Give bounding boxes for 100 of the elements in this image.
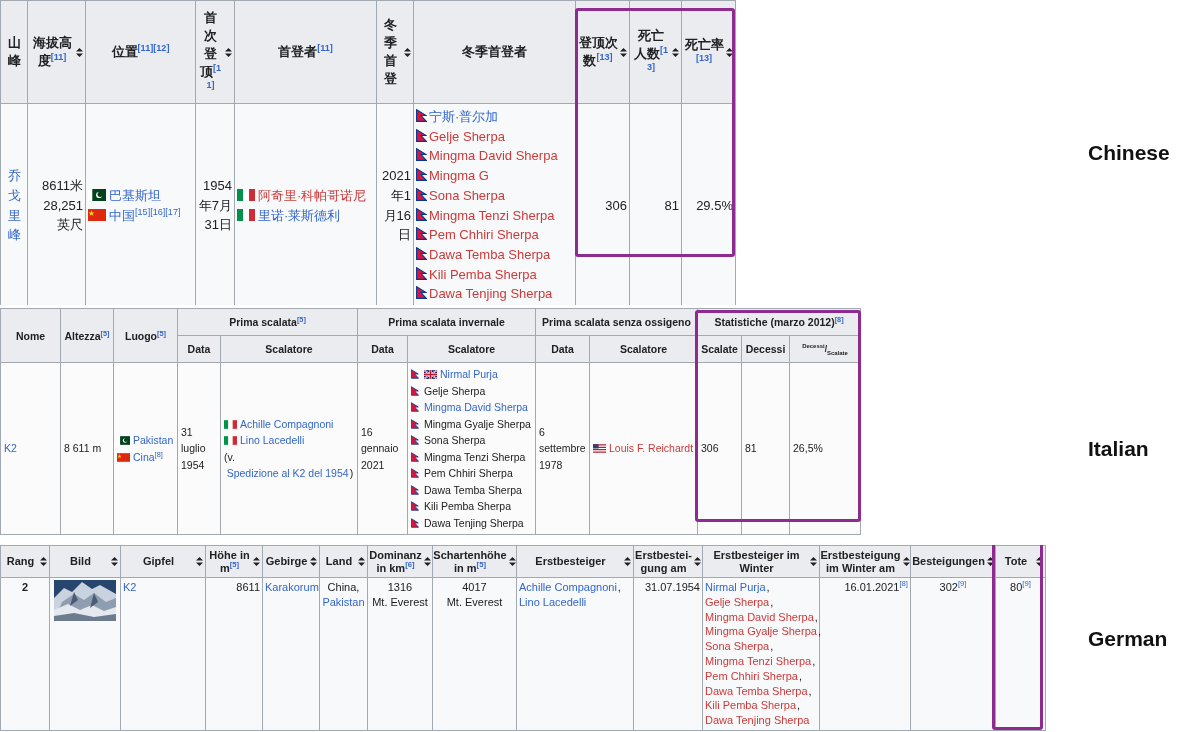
- column-header[interactable]: Land: [319, 545, 368, 578]
- page-link[interactable]: Mingma Tenzi Sherpa: [429, 207, 555, 223]
- column-header[interactable]: Rang: [0, 545, 50, 578]
- column-header[interactable]: Erstbesteigung im Winter am: [819, 545, 911, 578]
- china-flag-icon: [117, 452, 130, 462]
- page-link[interactable]: Pem Chhiri Sherpa: [705, 669, 798, 683]
- sort-icon[interactable]: [1036, 557, 1043, 566]
- page-link[interactable]: 里诺·莱斯德利: [258, 207, 341, 223]
- page-link[interactable]: Mingma Gyalje Sherpa: [705, 625, 817, 639]
- nepal-flag-icon: [411, 501, 419, 511]
- page-link[interactable]: 阿奇里·科帕哥诺尼: [258, 187, 367, 203]
- column-header: Prima scalata$^{[5]}$: [177, 308, 358, 336]
- page-link[interactable]: Dawa Temba Sherpa: [429, 246, 551, 262]
- page-link[interactable]: Pem Chhiri Sherpa: [429, 227, 539, 243]
- cell-text: 81: [745, 442, 757, 455]
- page-link[interactable]: Sona Sherpa: [705, 640, 770, 654]
- pakistan-flag-icon: [88, 188, 106, 201]
- page-link[interactable]: Nirmal Purja: [440, 368, 498, 380]
- nepal-flag-icon: [411, 468, 419, 478]
- column-header[interactable]: 海拔高度$^{[11]}$: [27, 0, 86, 104]
- page-link[interactable]: Mingma G: [429, 168, 489, 184]
- sort-icon[interactable]: [111, 557, 118, 566]
- column-header[interactable]: Erstbesteiger im Winter: [702, 545, 820, 578]
- cell-text: 81: [664, 197, 679, 213]
- cell-text: 302$^{[9]}$: [939, 581, 967, 594]
- column-header[interactable]: Schartenhöhe in m$^{[5]}$: [432, 545, 517, 578]
- column-header[interactable]: Dominanz in km$^{[6]}$: [367, 545, 433, 578]
- sort-icon[interactable]: [404, 47, 411, 57]
- cell-text: 306: [605, 197, 627, 213]
- page-link[interactable]: Dawa Temba Sherpa: [705, 684, 808, 698]
- page-link[interactable]: Gelje Sherpa: [429, 128, 505, 144]
- sort-icon[interactable]: [225, 47, 232, 57]
- cell-text: 29.5%: [696, 197, 733, 213]
- column-header[interactable]: 冬季首登: [376, 0, 414, 104]
- cell-text: Mingma Gyalje Sherpa: [424, 417, 531, 430]
- page-link[interactable]: Pakistan: [133, 434, 174, 446]
- sort-icon[interactable]: [76, 47, 83, 57]
- page-link[interactable]: Louis F. Reichardt: [609, 442, 694, 455]
- cell-text: ,: [766, 581, 770, 594]
- page-link[interactable]: Lino Lacedelli: [240, 434, 305, 446]
- page-link[interactable]: Nirmal Purja: [705, 581, 766, 594]
- sort-icon[interactable]: [253, 557, 260, 566]
- page-link[interactable]: Achille Compagnoni: [519, 581, 617, 594]
- nepal-flag-icon: [411, 484, 419, 495]
- sort-icon[interactable]: [358, 557, 365, 566]
- column-header[interactable]: Erstbesteiger: [516, 545, 634, 578]
- column-header[interactable]: Höhe in m$^{[5]}$: [205, 545, 263, 578]
- sort-icon[interactable]: [726, 47, 733, 57]
- page-link[interactable]: Achille Compagnoni: [240, 417, 334, 430]
- page-link[interactable]: Dawa Tenjing Sherpa: [705, 714, 810, 728]
- page-link[interactable]: Pakistan: [322, 595, 365, 609]
- column-header[interactable]: Bild: [49, 545, 121, 578]
- usa-flag-icon: [593, 444, 606, 454]
- cell-text: Dawa Temba Sherpa: [424, 483, 522, 496]
- language-label: Italian: [1088, 437, 1149, 461]
- page-link[interactable]: Mingma Tenzi Sherpa: [705, 655, 812, 668]
- cell-text: 2021年1月16日: [382, 168, 411, 243]
- page-link[interactable]: K2: [4, 442, 17, 455]
- cell-text: Pem Chhiri Sherpa: [424, 467, 513, 479]
- column-header[interactable]: Besteigungen: [910, 545, 996, 578]
- nepal-flag-icon: [416, 187, 427, 201]
- page-link[interactable]: 巴基斯坦: [109, 187, 161, 203]
- page-link[interactable]: Dawa Tenjing Sherpa: [429, 286, 553, 302]
- page-link[interactable]: Gelje Sherpa: [705, 595, 770, 609]
- column-header[interactable]: Erstbestei-gung am: [633, 545, 703, 578]
- column-header: 山峰: [0, 0, 28, 104]
- page-link[interactable]: Kili Pemba Sherpa: [705, 699, 797, 713]
- column-header[interactable]: Tote: [995, 545, 1046, 578]
- cell-text: China,: [327, 581, 360, 594]
- cell-text: Sona Sherpa: [424, 434, 486, 446]
- nepal-flag-icon: [411, 402, 419, 412]
- page-link[interactable]: Mingma David Sherpa: [424, 401, 528, 413]
- page-link[interactable]: Spedizione al K2 del 1954: [226, 465, 349, 482]
- page-link[interactable]: 中国$^{[15][16][17]}$: [109, 207, 181, 223]
- cell-text: ,: [770, 595, 774, 609]
- sort-icon[interactable]: [624, 557, 631, 566]
- cell-text: 6 settembre 1978: [539, 425, 586, 471]
- page-link[interactable]: Mingma David Sherpa: [705, 610, 814, 624]
- page-link[interactable]: K2: [123, 581, 137, 594]
- page-link[interactable]: Kili Pemba Sherpa: [429, 266, 537, 282]
- page-link[interactable]: Sona Sherpa: [429, 187, 505, 203]
- page-link[interactable]: 乔戈里峰: [7, 166, 21, 245]
- page-link[interactable]: Cina$^{[8]}$: [133, 450, 163, 463]
- sort-icon[interactable]: [196, 557, 203, 566]
- column-header[interactable]: Gebirge: [262, 545, 320, 578]
- nepal-flag-icon: [416, 246, 427, 260]
- sort-icon[interactable]: [40, 557, 47, 566]
- uk-flag-icon: [424, 370, 437, 379]
- column-header: Nome: [0, 308, 61, 363]
- sort-icon[interactable]: [672, 47, 679, 57]
- page-link[interactable]: Mingma David Sherpa: [429, 148, 558, 164]
- page-link[interactable]: 宁斯·普尔加: [429, 109, 499, 124]
- page-link[interactable]: Lino Lacedelli: [519, 595, 587, 609]
- column-header[interactable]: Gipfel: [120, 545, 206, 578]
- sort-icon[interactable]: [810, 557, 817, 566]
- sort-icon[interactable]: [620, 47, 627, 57]
- cell-text: Mingma Tenzi Sherpa: [424, 450, 526, 463]
- page-link[interactable]: Karakorum: [265, 581, 319, 594]
- sort-icon[interactable]: [310, 557, 317, 566]
- cell-text: 2: [21, 581, 29, 594]
